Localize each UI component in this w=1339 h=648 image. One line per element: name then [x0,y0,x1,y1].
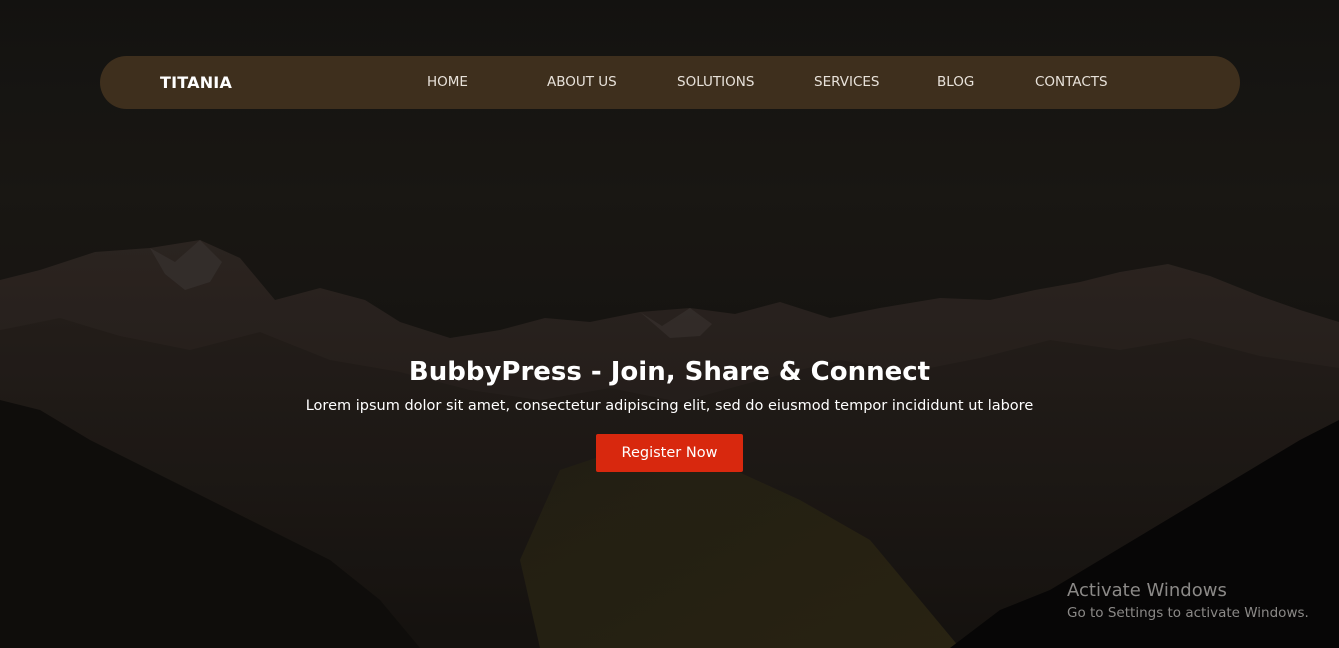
nav-link-blog[interactable]: BLOG [937,74,974,90]
hero-content: BubbyPress - Join, Share & Connect Lorem… [0,353,1339,472]
nav-link-about-us[interactable]: ABOUT US [547,74,617,90]
register-now-button[interactable]: Register Now [596,434,743,472]
watermark-subtitle: Go to Settings to activate Windows. [1067,605,1309,621]
hero-subtitle: Lorem ipsum dolor sit amet, consectetur … [305,398,1034,414]
hero-title: BubbyPress - Join, Share & Connect [408,357,931,387]
nav-link-contacts[interactable]: CONTACTS [1035,74,1108,90]
nav-link-home[interactable]: HOME [427,74,468,90]
nav-link-services[interactable]: SERVICES [814,74,879,90]
top-navbar: TITANIA HOME ABOUT US SOLUTIONS SERVICES… [100,56,1240,109]
watermark-title: Activate Windows [1067,580,1227,601]
nav-link-solutions[interactable]: SOLUTIONS [677,74,754,90]
nav-menu: HOME ABOUT US SOLUTIONS SERVICES BLOG CO… [100,74,1240,94]
activate-windows-watermark: Activate Windows Go to Settings to activ… [1067,579,1309,623]
hero-section: TITANIA HOME ABOUT US SOLUTIONS SERVICES… [0,0,1339,648]
